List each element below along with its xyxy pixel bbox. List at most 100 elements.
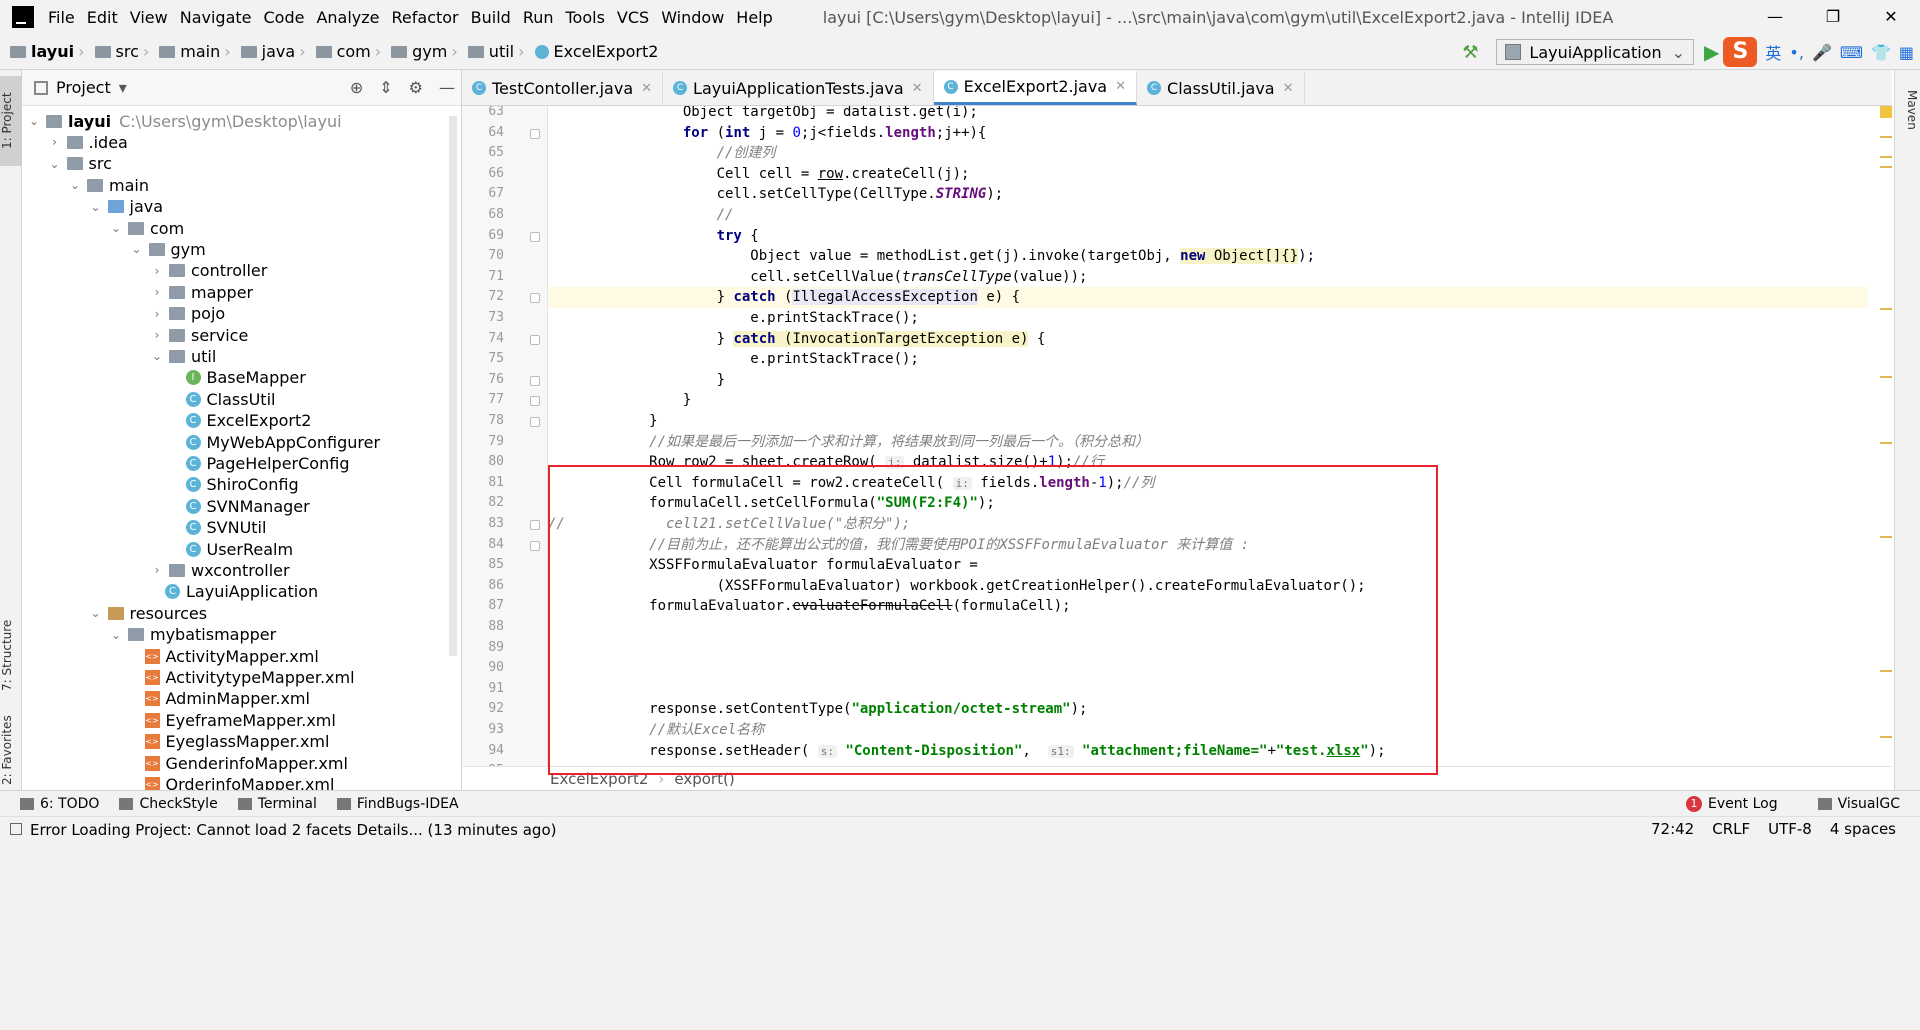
expanded-arrow-icon[interactable]: ⌄ — [110, 628, 122, 642]
warning-marker[interactable] — [1880, 136, 1892, 138]
fold-marker-icon[interactable] — [530, 128, 540, 139]
fold-marker-icon[interactable] — [530, 375, 540, 386]
warning-marker[interactable] — [1880, 670, 1892, 672]
warning-marker[interactable] — [1880, 536, 1892, 538]
close-icon[interactable]: ✕ — [912, 81, 923, 96]
collapsed-arrow-icon[interactable]: › — [151, 285, 163, 299]
expanded-arrow-icon[interactable]: ⌄ — [90, 200, 102, 214]
menu-item-navigate[interactable]: Navigate — [180, 8, 252, 27]
tab-structure[interactable]: 7: Structure — [0, 610, 22, 700]
expanded-arrow-icon[interactable]: ⌄ — [151, 349, 163, 363]
fold-marker-icon[interactable] — [530, 540, 540, 551]
hide-icon[interactable]: — — [439, 78, 455, 97]
code-line[interactable]: e.printStackTrace(); — [548, 349, 1868, 370]
code-line[interactable]: //如果是最后一列添加一个求和计算，将结果放到同一列最后一个。（积分总和） — [548, 432, 1868, 453]
breadcrumb-item[interactable]: layui — [31, 42, 74, 61]
build-hammer-icon[interactable]: ⚒ — [1462, 42, 1482, 63]
code-line[interactable]: Object value = methodList.get(j).invoke(… — [548, 246, 1868, 267]
code-line[interactable]: for (int j = 0;j<fields.length;j++){ — [548, 123, 1868, 144]
menu-item-vcs[interactable]: VCS — [617, 8, 649, 27]
close-icon[interactable]: ✕ — [1115, 79, 1126, 94]
keyboard-icon[interactable]: ⌨ — [1840, 43, 1863, 62]
menu-item-help[interactable]: Help — [736, 8, 772, 27]
menu-item-view[interactable]: View — [130, 8, 168, 27]
microphone-icon[interactable]: 🎤 — [1812, 43, 1832, 62]
fold-marker-icon[interactable] — [530, 417, 540, 427]
project-panel-title[interactable]: Project — [56, 78, 111, 97]
restore-button[interactable]: ❐ — [1804, 0, 1862, 34]
breadcrumb-item[interactable]: main — [180, 42, 220, 61]
warning-marker[interactable] — [1880, 156, 1892, 158]
close-icon[interactable]: ✕ — [1283, 81, 1294, 96]
collapsed-arrow-icon[interactable]: › — [151, 328, 163, 342]
breadcrumb-item[interactable]: com — [337, 42, 371, 61]
breadcrumb-item[interactable]: src — [116, 42, 139, 61]
code-line[interactable]: } catch (IllegalAccessException e) { — [548, 287, 1868, 308]
tab-maven[interactable]: Maven — [1897, 90, 1919, 130]
menu-item-edit[interactable]: Edit — [87, 8, 118, 27]
expanded-arrow-icon[interactable]: ⌄ — [90, 606, 102, 620]
code-line[interactable]: e.printStackTrace(); — [548, 308, 1868, 329]
editor-tab[interactable]: C LayuiApplicationTests.java ✕ — [663, 71, 934, 105]
menu-item-code[interactable]: Code — [264, 8, 305, 27]
tool-window-visualgc[interactable]: VisualGC — [1817, 796, 1900, 812]
warning-marker[interactable] — [1880, 166, 1892, 168]
code-line[interactable]: cell.setCellValue(transCellType(value)); — [548, 267, 1868, 288]
grid-icon[interactable]: ▦ — [1899, 43, 1914, 62]
warning-marker[interactable] — [1880, 308, 1892, 310]
fold-marker-icon[interactable] — [530, 334, 540, 345]
breadcrumb-item[interactable]: java — [262, 42, 296, 61]
code-line[interactable]: } — [548, 390, 1868, 411]
menu-item-tools[interactable]: Tools — [566, 8, 605, 27]
expanded-arrow-icon[interactable]: ⌄ — [69, 178, 81, 192]
code-line[interactable]: } — [548, 411, 1868, 432]
tool-window-terminal[interactable]: Terminal — [237, 796, 317, 812]
menu-item-analyze[interactable]: Analyze — [316, 8, 379, 27]
code-line[interactable]: } — [548, 370, 1868, 391]
expanded-arrow-icon[interactable]: ⌄ — [110, 221, 122, 235]
tree-scrollbar[interactable] — [449, 116, 457, 656]
fold-marker-icon[interactable] — [530, 396, 540, 407]
file-encoding[interactable]: UTF-8 — [1768, 820, 1812, 838]
tool-window-event-log[interactable]: 1 Event Log — [1686, 795, 1778, 812]
ime-lang[interactable]: 英 — [1765, 40, 1781, 64]
close-button[interactable]: ✕ — [1862, 0, 1920, 34]
minimize-button[interactable]: — — [1746, 0, 1804, 34]
code-line[interactable]: try { — [548, 226, 1868, 247]
code-line[interactable]: cell.setCellType(CellType.STRING); — [548, 184, 1868, 205]
tab-favorites[interactable]: 2: Favorites — [0, 710, 22, 790]
collapsed-arrow-icon[interactable]: › — [151, 307, 163, 321]
tool-window-6-todo[interactable]: 6: TODO — [20, 796, 99, 812]
collapsed-arrow-icon[interactable]: › — [151, 264, 163, 278]
close-icon[interactable]: ✕ — [641, 81, 652, 96]
indent-setting[interactable]: 4 spaces — [1830, 820, 1896, 838]
warning-indicator-icon[interactable] — [1880, 106, 1892, 118]
warning-marker[interactable] — [1880, 376, 1892, 378]
editor-tab[interactable]: C ClassUtil.java ✕ — [1137, 71, 1305, 105]
chevron-down-icon[interactable]: ▾ — [119, 78, 127, 97]
expanded-arrow-icon[interactable]: ⌄ — [28, 114, 40, 128]
code-line[interactable]: Cell cell = row.createCell(j); — [548, 164, 1868, 185]
collapsed-arrow-icon[interactable]: › — [49, 135, 61, 149]
tree-node[interactable]: <> OrderinfoMapper.xml — [131, 771, 334, 790]
menu-item-run[interactable]: Run — [523, 8, 554, 27]
skin-icon[interactable]: 👕 — [1871, 43, 1891, 62]
breadcrumb-item[interactable]: gym — [412, 42, 447, 61]
fold-marker-icon[interactable] — [530, 293, 540, 304]
warning-marker[interactable] — [1880, 736, 1892, 738]
menu-item-window[interactable]: Window — [661, 8, 724, 27]
code-line[interactable]: // — [548, 205, 1868, 226]
run-config-dropdown[interactable]: LayuiApplication ⌄ — [1496, 39, 1694, 65]
editor-tab[interactable]: C TestContoller.java ✕ — [462, 71, 664, 105]
caret-position[interactable]: 72:42 — [1651, 820, 1694, 838]
collapsed-arrow-icon[interactable]: › — [151, 563, 163, 577]
menu-item-file[interactable]: File — [48, 8, 75, 27]
line-separator[interactable]: CRLF — [1712, 820, 1750, 838]
breadcrumb-item[interactable]: ExcelExport2 — [554, 42, 659, 61]
editor-tab[interactable]: C ExcelExport2.java ✕ — [933, 71, 1138, 105]
warning-marker[interactable] — [1880, 442, 1892, 444]
tool-window-findbugs-idea[interactable]: FindBugs-IDEA — [336, 796, 459, 812]
code-line[interactable]: } catch (InvocationTargetException e) { — [548, 329, 1868, 350]
menu-item-refactor[interactable]: Refactor — [392, 8, 459, 27]
status-message[interactable]: Error Loading Project: Cannot load 2 fac… — [10, 821, 557, 839]
